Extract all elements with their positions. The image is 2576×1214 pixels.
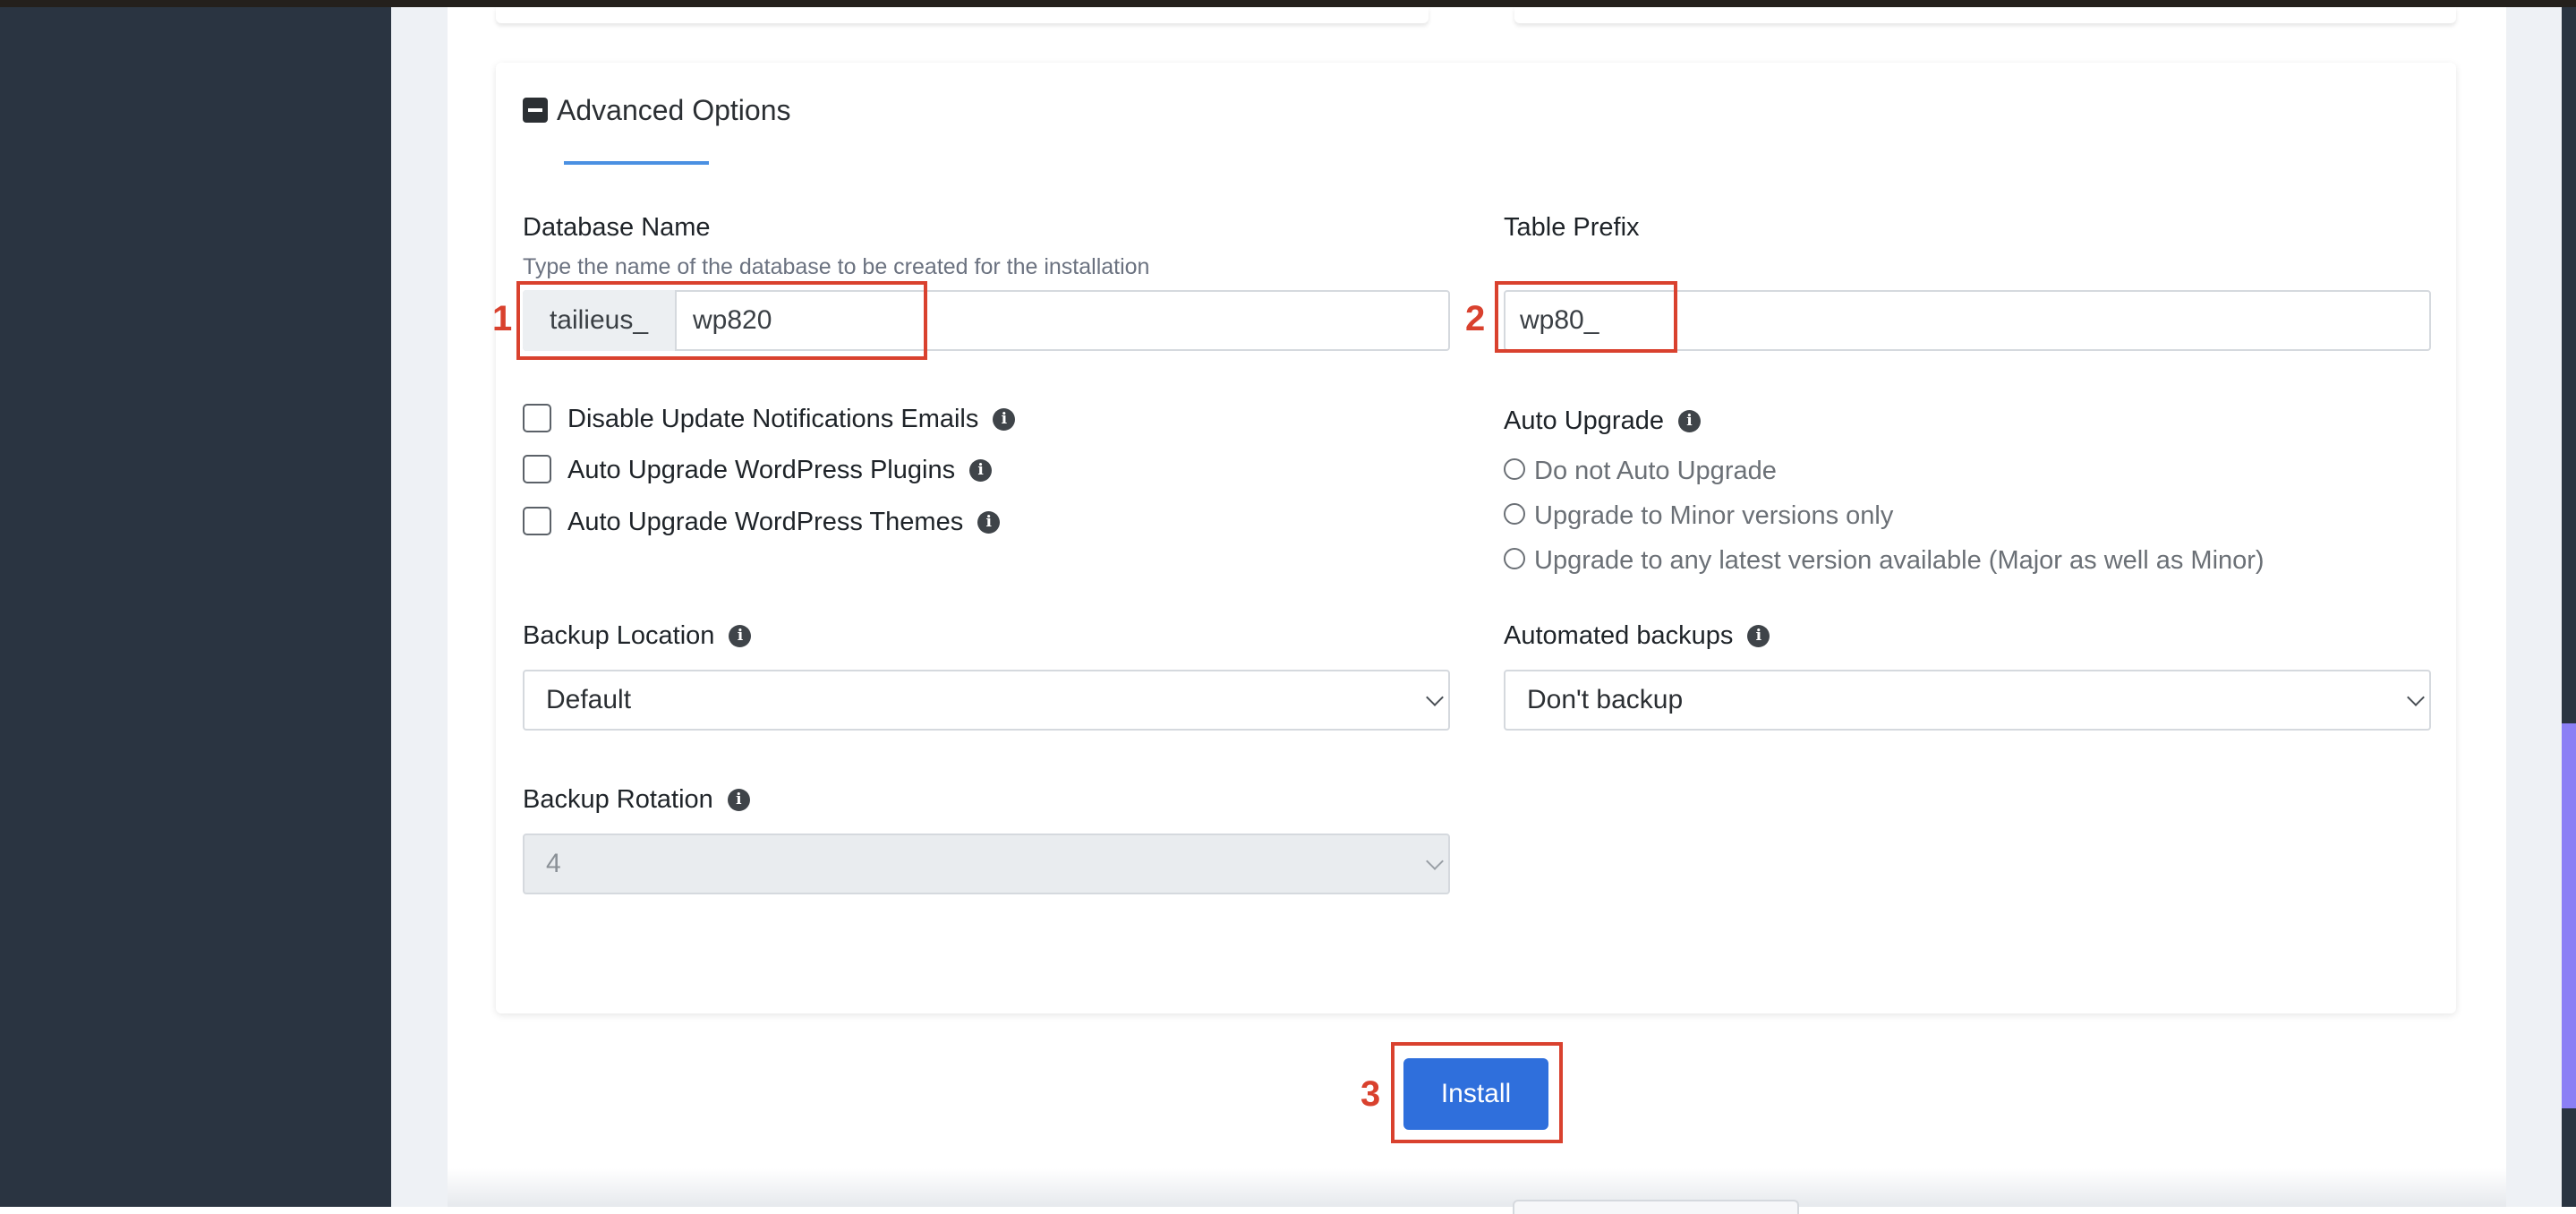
auto-upgrade-label: Auto Upgrade i (1504, 403, 1701, 439)
automated-backups-select[interactable]: Don't backup (1504, 670, 2431, 731)
backup-location-label: Backup Location i (523, 618, 752, 654)
info-icon[interactable]: i (727, 788, 750, 811)
backup-rotation-label: Backup Rotation i (523, 782, 750, 817)
database-name-label: Database Name (523, 212, 711, 242)
previous-card-left (496, 7, 1429, 23)
window-top-bar (0, 0, 2576, 7)
info-icon[interactable]: i (1747, 624, 1770, 647)
annotation-number-1: 1 (492, 299, 513, 338)
backup-rotation-select[interactable]: 4 (523, 834, 1450, 894)
auto-upgrade-themes-label[interactable]: Auto Upgrade WordPress Themes i (567, 504, 1001, 540)
table-prefix-label: Table Prefix (1504, 212, 1640, 242)
checkbox-label-text: Auto Upgrade WordPress Plugins (567, 455, 956, 484)
info-icon[interactable]: i (969, 458, 993, 482)
radio-label-minor-versions[interactable]: Upgrade to Minor versions only (1534, 498, 1893, 534)
table-prefix-value[interactable]: wp80_ (1520, 290, 1599, 351)
section-underline (564, 161, 709, 165)
disable-update-emails-label[interactable]: Disable Update Notifications Emails i (567, 401, 1016, 437)
disable-update-emails-checkbox[interactable] (523, 404, 551, 432)
install-button[interactable]: Install (1403, 1058, 1548, 1130)
automated-backups-value: Don't backup (1527, 685, 1684, 714)
right-scroll-strip[interactable] (2562, 7, 2576, 1207)
info-icon[interactable]: i (993, 407, 1016, 431)
checkbox-label-text: Disable Update Notifications Emails (567, 404, 979, 433)
auto-upgrade-themes-checkbox[interactable] (523, 507, 551, 535)
checkbox-label-text: Auto Upgrade WordPress Themes (567, 507, 964, 536)
scroll-accent[interactable] (2562, 723, 2576, 1108)
auto-upgrade-plugins-label[interactable]: Auto Upgrade WordPress Plugins i (567, 452, 993, 488)
annotation-number-3: 3 (1361, 1074, 1381, 1114)
automated-backups-label: Automated backups i (1504, 618, 1770, 654)
automated-backups-label-text: Automated backups (1504, 620, 1734, 650)
radio-label-do-not-auto-upgrade[interactable]: Do not Auto Upgrade (1534, 453, 1777, 489)
left-sidebar (0, 7, 391, 1207)
auto-upgrade-label-text: Auto Upgrade (1504, 406, 1664, 435)
previous-card-right (1514, 7, 2456, 23)
annotation-number-2: 2 (1465, 299, 1486, 338)
content-bottom-shadow (448, 1168, 2506, 1207)
backup-location-label-text: Backup Location (523, 620, 715, 650)
minus-square-icon[interactable] (523, 98, 548, 123)
database-prefix-addon: tailieus_ (523, 290, 677, 351)
database-name-value[interactable]: wp820 (693, 290, 772, 351)
advanced-options-toggle[interactable]: Advanced Options (523, 91, 791, 129)
info-icon[interactable]: i (1677, 409, 1701, 432)
radio-minor-versions[interactable] (1504, 503, 1525, 525)
info-icon[interactable]: i (977, 510, 1001, 534)
advanced-options-title: Advanced Options (557, 93, 791, 126)
next-element-stub[interactable] (1513, 1200, 1799, 1214)
backup-rotation-label-text: Backup Rotation (523, 784, 713, 814)
backup-location-select[interactable]: Default (523, 670, 1450, 731)
backup-location-value: Default (546, 685, 632, 714)
radio-do-not-auto-upgrade[interactable] (1504, 458, 1525, 480)
radio-label-latest-version[interactable]: Upgrade to any latest version available … (1534, 543, 2265, 578)
backup-rotation-value: 4 (546, 849, 561, 878)
table-prefix-input[interactable] (1504, 290, 2431, 351)
auto-upgrade-plugins-checkbox[interactable] (523, 455, 551, 483)
info-icon[interactable]: i (729, 624, 752, 647)
radio-latest-version[interactable] (1504, 548, 1525, 569)
database-name-help: Type the name of the database to be crea… (523, 254, 1150, 279)
